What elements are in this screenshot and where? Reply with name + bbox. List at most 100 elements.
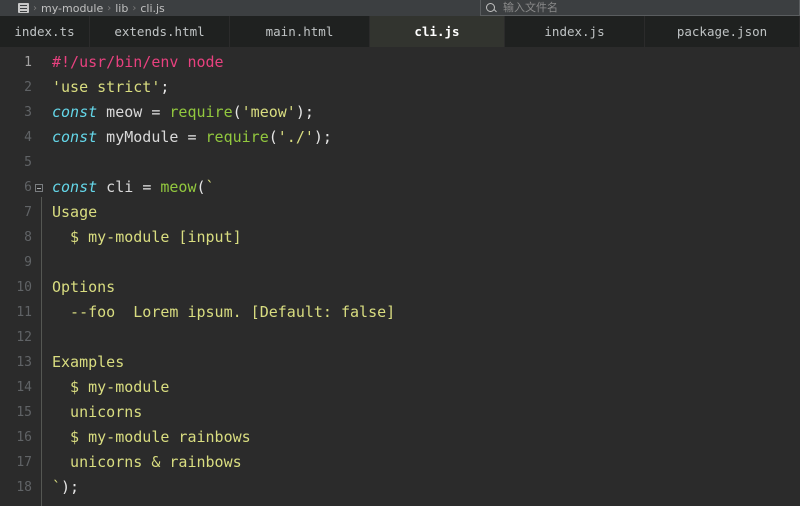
code-token: = [151, 103, 170, 121]
code-token: 'meow' [241, 103, 296, 121]
code-text: $ my-module rainbows [46, 425, 251, 450]
code-text: Options [46, 275, 115, 300]
tab-label: index.ts [14, 24, 75, 39]
tab-main-html[interactable]: main.html [230, 16, 370, 47]
search-icon [485, 2, 497, 14]
code-token: ); [313, 128, 332, 146]
code-token: require [205, 128, 269, 146]
code-token: = [142, 178, 161, 196]
code-line[interactable]: 14 $ my-module [0, 375, 800, 400]
tab-label: package.json [676, 24, 768, 39]
code-line[interactable]: 7 Usage [0, 200, 800, 225]
line-number: 13 [16, 355, 32, 370]
code-line[interactable]: 3 const meow = require('meow'); [0, 100, 800, 125]
breadcrumb-item-cli-js[interactable]: cli.js [140, 3, 164, 14]
code-token: ); [61, 478, 80, 496]
line-number: 10 [16, 280, 32, 295]
tab-label: extends.html [114, 24, 205, 39]
tab-cli-js[interactable]: cli.js [370, 16, 505, 47]
code-line[interactable]: 11 --foo Lorem ipsum. [Default: false] [0, 300, 800, 325]
code-token: = [187, 128, 206, 146]
line-number: 14 [16, 380, 32, 395]
code-text: const myModule = require('./'); [46, 125, 332, 150]
line-number: 15 [16, 405, 32, 420]
tab-label: main.html [265, 24, 334, 39]
line-number: 3 [24, 105, 32, 120]
code-token: Usage [52, 203, 98, 221]
breadcrumb-separator: › [132, 2, 137, 14]
breadcrumb[interactable]: › my-module › lib › cli.js [0, 0, 165, 16]
line-number: 8 [24, 230, 32, 245]
tab-index-js[interactable]: index.js [505, 16, 645, 47]
code-token: ` [205, 178, 215, 196]
code-line[interactable]: 17 unicorns & rainbows [0, 450, 800, 475]
code-token: $ my-module [input] [52, 228, 242, 246]
code-token: cli [97, 178, 143, 196]
code-token: const [52, 128, 98, 146]
code-text: const cli = meow(` [46, 175, 215, 200]
code-token: './' [277, 128, 314, 146]
code-text: `); [46, 475, 79, 500]
tab-label: index.js [544, 24, 605, 39]
code-line[interactable]: 4 const myModule = require('./'); [0, 125, 800, 150]
search-input[interactable]: 输入文件名 [503, 1, 558, 14]
line-number: 16 [16, 430, 32, 445]
code-token: const [52, 103, 98, 121]
code-token: $ my-module [52, 378, 170, 396]
code-token: Examples [52, 353, 125, 371]
tab-extends-html[interactable]: extends.html [90, 16, 230, 47]
line-number: 17 [16, 455, 32, 470]
code-text: $ my-module [46, 375, 169, 400]
line-number: 5 [24, 155, 32, 170]
tab-index-ts[interactable]: index.ts [0, 16, 90, 47]
code-line[interactable]: 5 [0, 150, 800, 175]
breadcrumb-separator: › [107, 2, 112, 14]
code-line[interactable]: 13 Examples [0, 350, 800, 375]
code-token: ); [295, 103, 314, 121]
code-line[interactable]: 8 $ my-module [input] [0, 225, 800, 250]
code-line[interactable]: 15 unicorns [0, 400, 800, 425]
code-token: ` [52, 478, 62, 496]
code-text: unicorns & rainbows [46, 450, 242, 475]
collapse-icon[interactable] [35, 183, 43, 192]
code-line[interactable]: 9 [0, 250, 800, 275]
code-token: unicorns & rainbows [52, 453, 242, 471]
code-token: ( [268, 128, 278, 146]
line-number: 18 [16, 480, 32, 495]
line-number: 9 [24, 255, 32, 270]
code-line[interactable]: 6 const cli = meow(` [0, 175, 800, 200]
code-token: myModule [97, 128, 188, 146]
top-bar: › my-module › lib › cli.js 输入文件名 [0, 0, 800, 16]
tab-package-json[interactable]: package.json [645, 16, 800, 47]
code-text: #!/usr/bin/env node [46, 50, 224, 75]
line-number: 7 [24, 205, 32, 220]
code-text: unicorns [46, 400, 142, 425]
code-line[interactable]: 2 'use strict'; [0, 75, 800, 100]
code-line[interactable]: 12 [0, 325, 800, 350]
code-line[interactable]: 10 Options [0, 275, 800, 300]
line-number: 6 [24, 180, 32, 195]
code-text: const meow = require('meow'); [46, 100, 314, 125]
code-token: meow [97, 103, 152, 121]
code-line[interactable]: 18 `); [0, 475, 800, 500]
file-search-box[interactable]: 输入文件名 [480, 0, 800, 16]
line-number: 4 [24, 130, 32, 145]
code-token: const [52, 178, 98, 196]
breadcrumb-item-lib[interactable]: lib [115, 3, 128, 14]
code-token: meow [160, 178, 197, 196]
code-text: 'use strict'; [46, 75, 169, 100]
code-token: ( [232, 103, 242, 121]
code-text: Usage [46, 200, 97, 225]
code-editor[interactable]: 1 #!/usr/bin/env node 2 'use strict'; 3 const… [0, 47, 800, 506]
editor-tab-bar: index.ts extends.html main.html cli.js index… [0, 16, 800, 47]
breadcrumb-item-my-module[interactable]: my-module [41, 3, 103, 14]
tab-label: cli.js [414, 24, 460, 39]
code-text: Examples [46, 350, 124, 375]
code-token: $ my-module rainbows [52, 428, 251, 446]
code-line[interactable]: 16 $ my-module rainbows [0, 425, 800, 450]
fold-toggle-icon[interactable] [32, 183, 46, 192]
code-token: Options [52, 278, 116, 296]
file-structure-icon[interactable] [18, 3, 29, 13]
code-line[interactable]: 1 #!/usr/bin/env node [0, 50, 800, 75]
code-lines: 1 #!/usr/bin/env node 2 'use strict'; 3 const… [0, 47, 800, 506]
